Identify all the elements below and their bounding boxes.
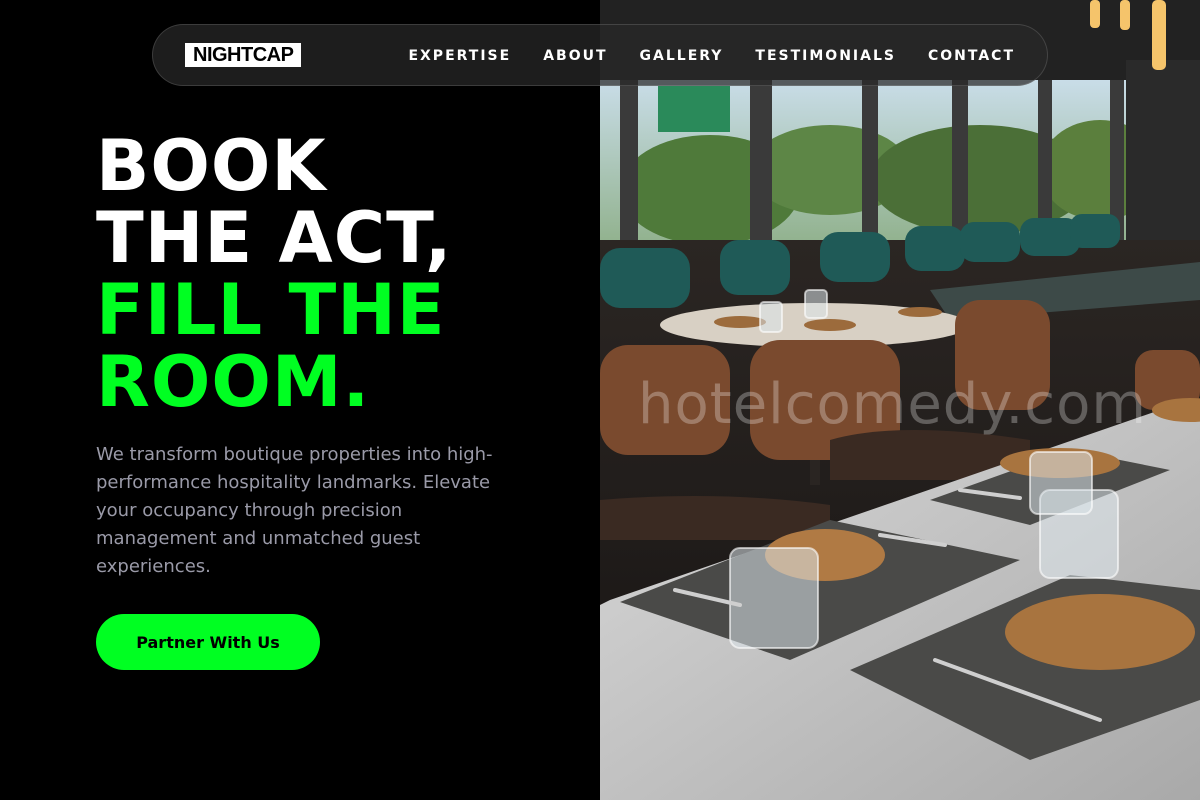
nav-link-about[interactable]: ABOUT — [543, 48, 607, 64]
headline-line-3: FILL THE — [96, 269, 446, 351]
nav-links: EXPERTISE ABOUT GALLERY TESTIMONIALS CON… — [408, 25, 1015, 87]
top-navigation-bar: NIGHTCAP EXPERTISE ABOUT GALLERY TESTIMO… — [152, 24, 1048, 86]
headline-line-1: BOOK — [96, 125, 327, 207]
nav-link-expertise[interactable]: EXPERTISE — [408, 48, 511, 64]
hero-image-restaurant: hotelcomedy.com — [600, 0, 1200, 800]
nav-link-gallery[interactable]: GALLERY — [640, 48, 724, 64]
headline-line-2: THE ACT, — [96, 197, 453, 279]
nav-link-contact[interactable]: CONTACT — [928, 48, 1015, 64]
headline-line-4: ROOM. — [96, 341, 371, 423]
hero-headline: BOOK THE ACT, FILL THE ROOM. — [96, 130, 576, 418]
nav-link-testimonials[interactable]: TESTIMONIALS — [755, 48, 896, 64]
partner-with-us-button[interactable]: Partner With Us — [96, 614, 320, 670]
image-watermark: hotelcomedy.com — [638, 372, 1147, 437]
landing-page: hotelcomedy.com NIGHTCAP EXPERTISE ABOUT… — [0, 0, 1200, 800]
brand-logo[interactable]: NIGHTCAP — [185, 43, 302, 67]
hero-description: We transform boutique properties into hi… — [96, 444, 493, 577]
